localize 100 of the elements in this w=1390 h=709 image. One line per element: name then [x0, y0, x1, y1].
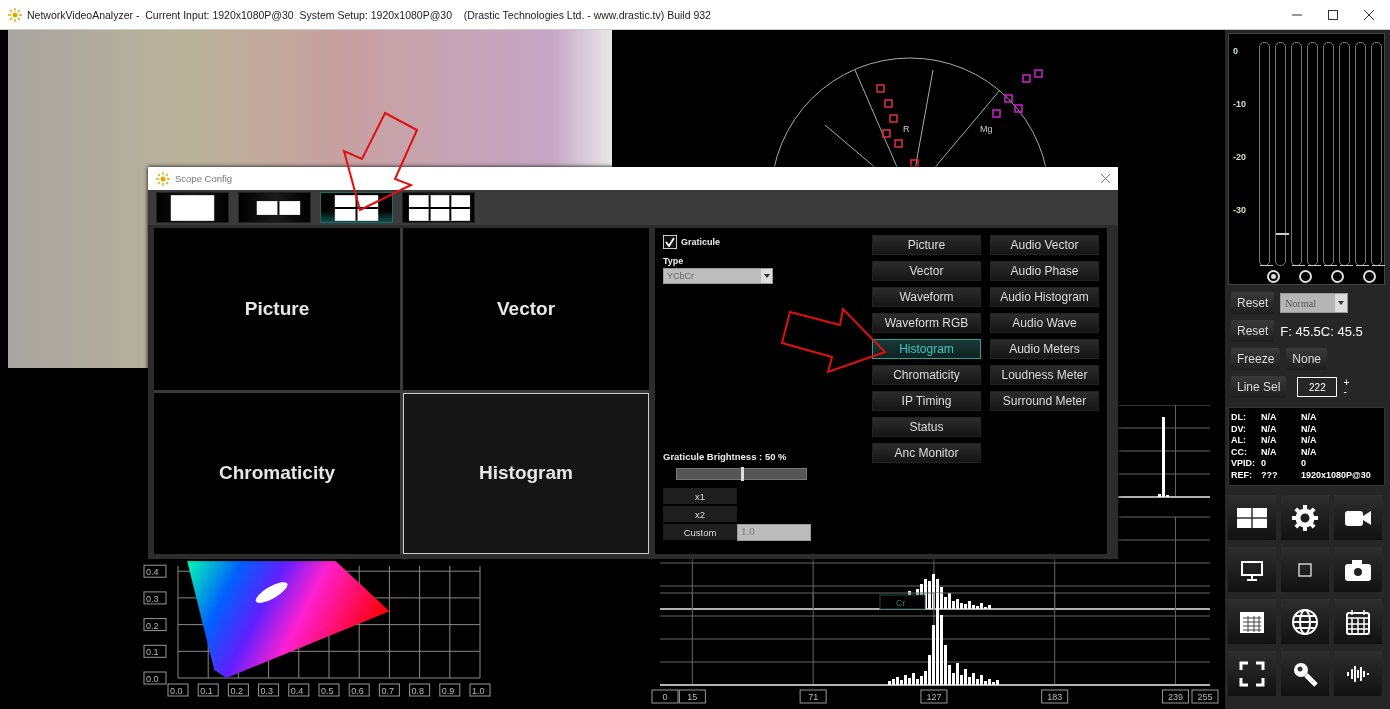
- meter-scale-label: -10: [1233, 99, 1247, 111]
- axis-tick-label: 0.0: [167, 683, 189, 697]
- axis-tick-label: 0.0: [143, 671, 167, 685]
- scope-button[interactable]: Chromaticity: [872, 365, 981, 385]
- checkbox-label: Graticule: [681, 237, 720, 247]
- axis-tick-label: 71: [799, 689, 827, 704]
- tool-button[interactable]: [1228, 651, 1276, 696]
- increment-button[interactable]: +: [1343, 378, 1350, 387]
- scope-button[interactable]: IP Timing: [872, 391, 981, 411]
- tool-button[interactable]: [1281, 495, 1329, 540]
- field-label: Type: [663, 256, 685, 266]
- status-value: N/A: [1261, 435, 1278, 447]
- axis-tick-label: 0.4: [143, 564, 167, 578]
- scope-button[interactable]: Audio Phase: [990, 261, 1099, 281]
- caret-icon: [762, 273, 771, 279]
- mode-select[interactable]: Normal: [1280, 293, 1349, 313]
- temperature-reading: F: 45.5C: 45.5: [1280, 323, 1363, 339]
- scope-button[interactable]: Picture: [872, 235, 981, 255]
- tool-button[interactable]: [1281, 599, 1329, 644]
- scope-button[interactable]: Histogram: [872, 339, 981, 359]
- axis-tick-label: 15: [678, 689, 706, 704]
- line-number-field[interactable]: 222: [1297, 377, 1338, 397]
- radio-button[interactable]: [1331, 270, 1344, 283]
- scope-pane[interactable]: Vector: [403, 228, 649, 390]
- status-label: REF:: [1231, 469, 1253, 481]
- maximize-icon[interactable]: [1328, 9, 1338, 20]
- window-title: NetworkVideoAnalyzer - Current Input: 1920x1080P@30 System Setup: 1920x1080P@30 (Drastic Technologies Ltd. - www.drastic.tv) Build 932: [27, 8, 711, 21]
- scope-button[interactable]: Loudness Meter: [990, 365, 1099, 385]
- radio-button[interactable]: [1267, 270, 1280, 283]
- status-label: AL:: [1231, 435, 1247, 447]
- scope-button[interactable]: Waveform: [872, 287, 981, 307]
- axis-tick-label: 0.2: [143, 618, 167, 632]
- tool-button[interactable]: [1334, 495, 1382, 540]
- scope-button[interactable]: Status: [872, 417, 981, 437]
- axis-tick-label: 239: [1162, 689, 1189, 704]
- radio-button[interactable]: [1363, 270, 1376, 283]
- scope-button[interactable]: Audio Vector: [990, 235, 1099, 255]
- axis-tick-label: 255: [1191, 689, 1219, 704]
- tool-button[interactable]: [1228, 495, 1276, 540]
- status-label: CC:: [1231, 446, 1248, 458]
- reset-button[interactable]: Reset: [1231, 320, 1275, 342]
- line-select-button[interactable]: Line Sel: [1231, 376, 1287, 398]
- axis-tick-label: 1.0: [469, 683, 491, 697]
- status-value: ???: [1261, 469, 1279, 481]
- freeze-button[interactable]: Freeze: [1231, 348, 1281, 370]
- tool-button[interactable]: [1281, 547, 1329, 592]
- channel-label: Cr: [879, 594, 926, 610]
- axis-tick-label: 0.9: [439, 683, 461, 697]
- axis-tick-label: 0.4: [288, 683, 310, 697]
- tool-button[interactable]: [1334, 651, 1382, 696]
- scope-pane[interactable]: Picture: [154, 228, 400, 390]
- tool-button[interactable]: [1334, 599, 1382, 644]
- axis-tick-label: 0.3: [143, 591, 167, 605]
- app-logo-icon: [8, 7, 22, 22]
- layout-tab[interactable]: [238, 192, 311, 223]
- scope-pane[interactable]: Chromaticity: [154, 392, 400, 554]
- axis-tick-label: 0.6: [348, 683, 370, 697]
- layout-tab[interactable]: [156, 192, 229, 223]
- checkmark-icon: [665, 237, 675, 247]
- meter-scale-label: -30: [1233, 205, 1247, 217]
- scope-button[interactable]: Surround Meter: [990, 391, 1099, 411]
- tool-button[interactable]: [1281, 651, 1329, 696]
- slider-track[interactable]: [676, 468, 807, 480]
- reset-button[interactable]: Reset: [1231, 292, 1275, 314]
- status-value: N/A: [1261, 423, 1278, 435]
- scope-button[interactable]: Audio Histogram: [990, 287, 1099, 307]
- axis-tick-label: 0.5: [318, 683, 340, 697]
- decrement-button[interactable]: -: [1343, 387, 1350, 396]
- tool-button[interactable]: [1334, 547, 1382, 592]
- layout-tab[interactable]: [320, 192, 393, 223]
- status-label: VPID:: [1231, 458, 1256, 470]
- slider-label: Graticule Brightness : 50 %: [663, 451, 788, 462]
- radio-button[interactable]: [1299, 270, 1312, 283]
- status-value: 0: [1261, 458, 1267, 470]
- dialog-title: Scope Config: [175, 173, 233, 184]
- scale-button[interactable]: Custom: [663, 524, 737, 540]
- scope-pane[interactable]: Histogram: [403, 392, 649, 554]
- scope-button[interactable]: Anc Monitor: [872, 443, 981, 463]
- scale-button[interactable]: x2: [663, 506, 737, 522]
- close-icon[interactable]: [1364, 9, 1374, 20]
- vector-target-label: R: [903, 124, 910, 134]
- axis-tick-label: 0.8: [409, 683, 431, 697]
- scope-button[interactable]: Vector: [872, 261, 981, 281]
- axis-tick-label: 0.1: [197, 683, 219, 697]
- tool-button[interactable]: [1228, 599, 1276, 644]
- scope-button[interactable]: Audio Wave: [990, 313, 1099, 333]
- axis-tick-label: 183: [1041, 689, 1069, 704]
- tool-button[interactable]: [1228, 547, 1276, 592]
- graticule-checkbox[interactable]: [663, 235, 677, 249]
- scale-button[interactable]: x1: [663, 488, 737, 504]
- slider-thumb[interactable]: [740, 467, 744, 481]
- scope-button[interactable]: Audio Meters: [990, 339, 1099, 359]
- status-label: DV:: [1231, 423, 1247, 435]
- scope-button[interactable]: Waveform RGB: [872, 313, 981, 333]
- layout-tab[interactable]: [402, 192, 475, 223]
- status-value: N/A: [1301, 446, 1318, 458]
- none-button[interactable]: None: [1286, 348, 1328, 370]
- axis-tick-label: 127: [920, 689, 948, 704]
- status-value: N/A: [1301, 412, 1318, 424]
- axis-tick-label: 0.1: [143, 644, 167, 658]
